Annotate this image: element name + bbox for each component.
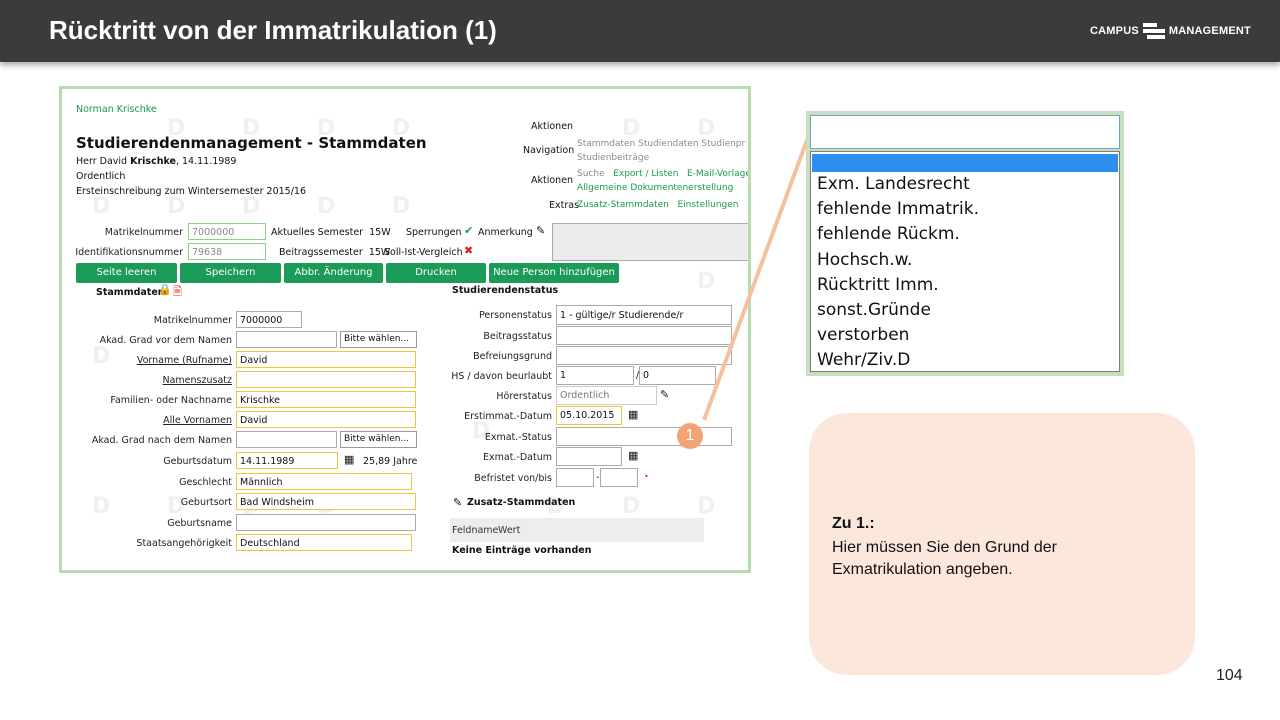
dropdown-option[interactable]: Wehr/Ziv.D: [817, 350, 910, 370]
page-number: 104: [1216, 667, 1243, 684]
dropdown-option[interactable]: Hochsch.w.: [817, 250, 912, 270]
dropdown-zoom-panel: Exm. Landesrecht fehlende Immatrik. fehl…: [806, 111, 1124, 376]
dropdown-option[interactable]: verstorben: [817, 325, 909, 345]
exmat-reason-select[interactable]: [810, 115, 1120, 149]
dropdown-selected-empty-option[interactable]: [812, 154, 1118, 172]
dropdown-option[interactable]: Exm. Landesrecht: [817, 174, 970, 194]
dropdown-option[interactable]: Rücktritt Imm.: [817, 275, 939, 295]
callout-marker: 1: [677, 423, 703, 449]
dropdown-list: Exm. Landesrecht fehlende Immatrik. fehl…: [810, 151, 1120, 372]
note-heading: Zu 1.:: [832, 515, 875, 532]
dropdown-option[interactable]: sonst.Gründe: [817, 300, 931, 320]
dropdown-option[interactable]: fehlende Immatrik.: [817, 199, 979, 219]
note-text: Hier müssen Sie den Grund der Exmatrikul…: [832, 539, 1057, 578]
dropdown-option[interactable]: fehlende Rückm.: [817, 224, 960, 244]
